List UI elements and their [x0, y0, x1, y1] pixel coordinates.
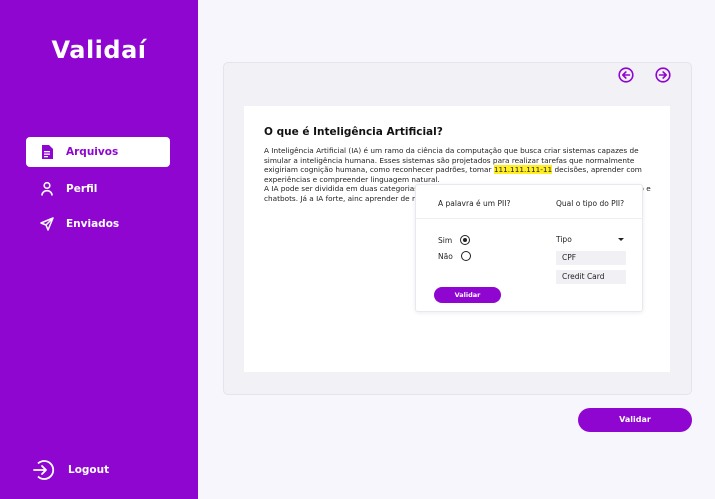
- sidebar-item-label: Enviados: [66, 218, 120, 230]
- sidebar-item-label: Perfil: [66, 183, 98, 195]
- sidebar-item-arquivos[interactable]: Arquivos: [26, 137, 170, 167]
- send-icon: [40, 217, 54, 231]
- option-nao[interactable]: Não: [438, 251, 471, 261]
- sidebar-item-enviados[interactable]: Enviados: [26, 209, 170, 239]
- document-title: O que é Inteligência Artificial?: [264, 126, 443, 138]
- logout-button[interactable]: Logout: [32, 458, 109, 482]
- app-logo: Validaí: [51, 36, 147, 64]
- pii-type-question: Qual o tipo do PII?: [556, 199, 625, 208]
- user-icon: [40, 182, 54, 196]
- document-icon: [40, 145, 54, 159]
- arrow-left-icon: [618, 67, 634, 83]
- type-select[interactable]: Tipo: [556, 235, 626, 244]
- divider: [416, 218, 642, 219]
- logout-icon: [32, 458, 56, 482]
- type-option-credit-card[interactable]: Credit Card: [556, 270, 626, 284]
- pii-popup: A palavra é um PII? Qual o tipo do PII? …: [415, 184, 643, 312]
- option-sim[interactable]: Sim: [438, 235, 471, 245]
- logout-label: Logout: [68, 464, 110, 476]
- option-label: Não: [438, 251, 453, 261]
- pii-question: A palavra é um PII?: [438, 199, 511, 208]
- arrow-right-icon: [655, 67, 671, 83]
- validate-button[interactable]: Validar: [578, 408, 692, 432]
- radio-unselected[interactable]: [460, 251, 471, 261]
- sidebar-item-perfil[interactable]: Perfil: [26, 174, 170, 204]
- sidebar: Validaí Arquivos Perfil Enviados Logout: [0, 0, 198, 499]
- caret-down-icon: [618, 238, 624, 241]
- popup-validate-button[interactable]: Validar: [434, 287, 501, 303]
- next-button[interactable]: [655, 67, 671, 83]
- radio-selected[interactable]: [460, 235, 471, 245]
- prev-button[interactable]: [618, 67, 634, 83]
- pii-highlight[interactable]: 111.111.111-11: [493, 165, 553, 175]
- option-label: Sim: [438, 235, 453, 245]
- sidebar-item-label: Arquivos: [66, 146, 119, 158]
- type-option-cpf[interactable]: CPF: [556, 251, 626, 265]
- type-select-label: Tipo: [556, 235, 572, 244]
